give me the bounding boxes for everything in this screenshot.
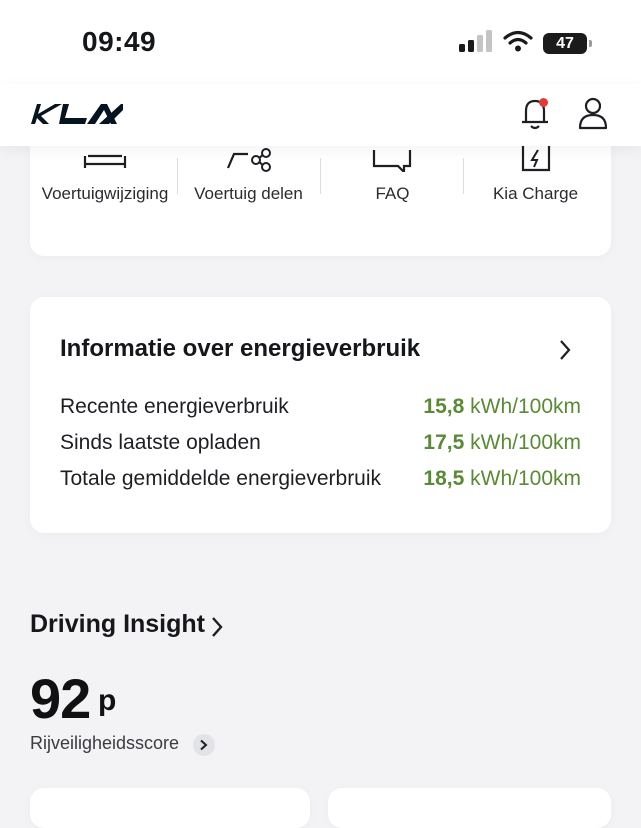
energy-row-value: 15,8 kWh/100km (423, 395, 581, 419)
status-time: 09:49 (82, 26, 157, 57)
energy-row: Sinds laatste opladen 17,5 kWh/100km (60, 431, 581, 461)
energy-value-number: 17,5 (423, 431, 465, 454)
chevron-right-icon (200, 739, 208, 751)
energy-row-label: Totale gemiddelde energieverbruik (60, 467, 382, 490)
chevron-right-icon[interactable] (558, 339, 572, 366)
energy-value-unit: kWh/100km (470, 467, 581, 490)
notification-dot (539, 98, 548, 107)
profile-icon[interactable] (577, 96, 609, 135)
energy-value-unit: kWh/100km (470, 431, 581, 454)
battery-indicator: 47 (543, 33, 592, 54)
chevron-right-icon[interactable] (210, 616, 224, 643)
safety-score-unit: p (98, 684, 117, 717)
kia-logo[interactable] (29, 102, 123, 131)
safety-score-value: 92 (30, 667, 91, 730)
app-header (0, 84, 641, 146)
safety-score-info-button[interactable] (193, 734, 215, 756)
energy-info-card[interactable]: Informatie over energieverbruik Recente … (30, 297, 611, 533)
driving-insight-title[interactable]: Driving Insight (30, 610, 205, 639)
energy-row-value: 17,5 kWh/100km (423, 431, 581, 455)
energy-row: Recente energieverbruik 15,8 kWh/100km (60, 395, 581, 425)
wifi-icon (503, 30, 533, 57)
safety-score-label: Rijveiligheidsscore (30, 733, 180, 753)
energy-row-label: Recente energieverbruik (60, 395, 289, 418)
energy-row-label: Sinds laatste opladen (60, 431, 261, 454)
energy-value-number: 18,5 (423, 467, 465, 490)
energy-value-number: 15,8 (423, 395, 465, 418)
insight-card[interactable] (30, 788, 310, 828)
quick-action-label: FAQ (375, 184, 410, 203)
energy-value-unit: kWh/100km (470, 395, 581, 418)
quick-action-label: Voertuig delen (194, 184, 303, 203)
energy-row-value: 18,5 kWh/100km (423, 467, 581, 491)
status-bar: 09:49 47 (0, 0, 641, 84)
status-icons: 47 (459, 30, 592, 57)
energy-card-title: Informatie over energieverbruik (60, 335, 421, 362)
quick-action-label: Kia Charge (492, 184, 579, 203)
insight-card[interactable] (328, 788, 611, 828)
quick-action-label: Voertuigwijziging (41, 184, 169, 203)
notification-bell-icon[interactable] (516, 96, 554, 132)
energy-row: Totale gemiddelde energieverbruik 18,5 k… (60, 467, 581, 497)
cellular-signal-icon (459, 30, 493, 57)
